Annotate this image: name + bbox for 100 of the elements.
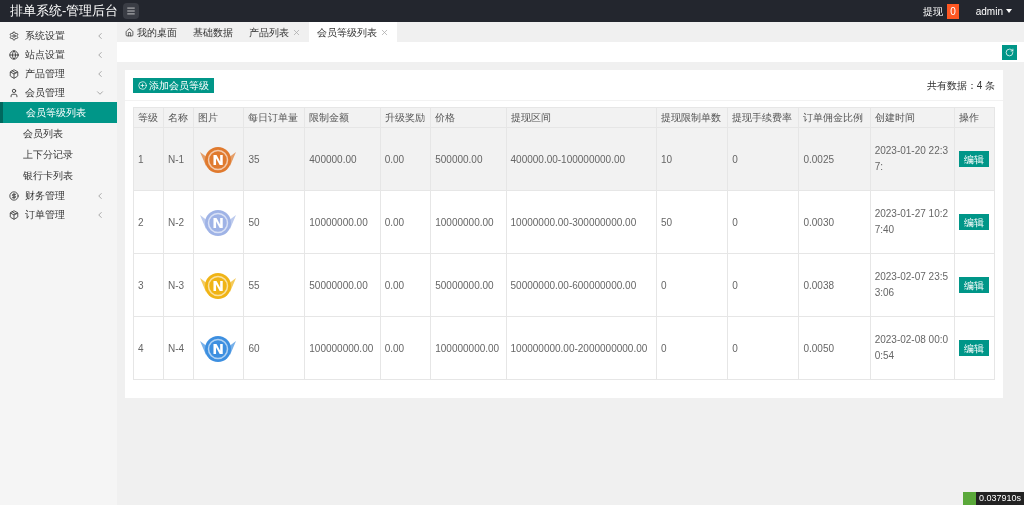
table-cell: 10 [656, 127, 728, 191]
table-cell: 100000000.00 [304, 316, 381, 380]
table-row[interactable]: 2 N-2 N 50 10000000.00 0.00 10000000.00 10000000.00-300000000.00 50 0 0.0030 2023-01-27 10:27:40 编辑 [133, 190, 995, 254]
table-row[interactable]: 4 N-4 N 60 100000000.00 0.00 100000000.00 100000000.00-2000000000.00 0 0 0.0050 2023-02-08 00:00:54 编辑 [133, 316, 995, 380]
sidebar-subitem[interactable]: 会员列表 [0, 123, 117, 144]
table-cell: 50 [243, 190, 305, 254]
table-cell: 400000.00-100000000.00 [506, 127, 657, 191]
table-cell: 0.00 [380, 316, 431, 380]
gear-icon [9, 30, 19, 41]
table-cell: 400000.00 [304, 127, 381, 191]
table-cell: 0.0030 [798, 190, 871, 254]
plus-icon [138, 80, 147, 90]
table-cell: 2023-01-20 22:37: [870, 127, 955, 191]
table-cell: 10000000.00-300000000.00 [506, 190, 657, 254]
table-cell: 50000000.00 [304, 253, 381, 317]
table-cell: 55 [243, 253, 305, 317]
column-header: 图片 [193, 107, 244, 128]
edit-button[interactable]: 编辑 [958, 277, 989, 293]
table-cell: 50 [656, 190, 728, 254]
chevron-icon [95, 30, 105, 41]
edit-button[interactable]: 编辑 [958, 151, 989, 167]
tab[interactable]: 产品列表 [241, 22, 309, 42]
box-icon [9, 68, 19, 79]
sidebar-subitem[interactable]: 银行卡列表 [0, 165, 117, 186]
menu-icon [126, 6, 136, 16]
table-cell: 0.0038 [798, 253, 871, 317]
refresh-icon [1005, 47, 1014, 57]
column-header: 限制金额 [304, 107, 381, 128]
column-header: 升级奖励 [380, 107, 431, 128]
sidebar-item[interactable]: 财务管理 [0, 186, 117, 205]
refresh-button[interactable] [1002, 44, 1017, 60]
withdraw-link[interactable]: 提现 [923, 3, 944, 19]
table-cell: 10000000.00 [430, 190, 506, 254]
column-header: 订单佣金比例 [798, 107, 871, 128]
sidebar-item[interactable]: 产品管理 [0, 64, 117, 83]
withdraw-count-badge: 0 [947, 3, 959, 19]
user-icon [9, 87, 19, 98]
table-row[interactable]: 3 N-3 N 55 50000000.00 0.00 50000000.00 50000000.00-600000000.00 0 0 0.0038 2023-02-07 23:53:06 编辑 [133, 253, 995, 317]
close-icon [380, 27, 389, 37]
column-header: 提现限制单数 [656, 107, 728, 128]
column-header: 提现区间 [506, 107, 657, 128]
table-cell: 0 [727, 190, 799, 254]
chevron-icon [95, 209, 105, 220]
table-cell: 100000000.00 [430, 316, 506, 380]
tab[interactable]: 会员等级列表 [309, 22, 397, 42]
table-cell: 60 [243, 316, 305, 380]
table-cell: 2 [133, 190, 164, 254]
table-cell: 0 [656, 253, 728, 317]
chevron-icon [95, 49, 105, 60]
table-cell: 4 [133, 316, 164, 380]
sidebar-item[interactable]: 系统设置 [0, 26, 117, 45]
table-cell: 500000.00 [430, 127, 506, 191]
chevron-icon [95, 190, 105, 201]
box-icon [9, 209, 19, 220]
home-icon [125, 27, 134, 37]
chevron-icon [95, 68, 105, 79]
table-cell: N-3 [163, 253, 194, 317]
app-title: 排单系统-管理后台 [9, 2, 117, 21]
sidebar-item[interactable]: 订单管理 [0, 205, 117, 224]
table-cell: 35 [243, 127, 305, 191]
column-header: 提现手续费率 [727, 107, 799, 128]
sidebar-item[interactable]: 站点设置 [0, 45, 117, 64]
table-cell: 0 [727, 127, 799, 191]
table-cell: N-4 [163, 316, 194, 380]
table-cell: 50000000.00 [430, 253, 506, 317]
table-cell: 0 [727, 316, 799, 380]
column-header: 价格 [430, 107, 506, 128]
globe-icon [9, 49, 19, 60]
sidebar-item[interactable]: 会员管理 [0, 83, 117, 102]
tab[interactable]: 我的桌面 [117, 22, 185, 42]
menu-button[interactable] [123, 3, 139, 19]
table-cell: 2023-02-08 00:00:54 [870, 316, 955, 380]
column-header: 每日订单量 [243, 107, 305, 128]
sidebar-subitem[interactable]: 上下分记录 [0, 144, 117, 165]
edit-button[interactable]: 编辑 [958, 340, 989, 356]
close-icon [292, 27, 301, 37]
column-header: 等级 [133, 107, 164, 128]
table-cell: 50000000.00-600000000.00 [506, 253, 657, 317]
table-cell: 3 [133, 253, 164, 317]
table-cell: 2023-01-27 10:27:40 [870, 190, 955, 254]
tab[interactable]: 基础数据 [185, 22, 241, 42]
table-cell: 0.00 [380, 190, 431, 254]
add-level-button[interactable]: 添加会员等级 [133, 77, 214, 93]
table-cell: 1 [133, 127, 164, 191]
table-cell: 0.00 [380, 127, 431, 191]
timing-label: 0.037910s [975, 492, 1024, 505]
table-cell: N-2 [163, 190, 194, 254]
total-count: 共有数据：4 条 [926, 78, 995, 93]
user-menu[interactable]: admin [975, 3, 1012, 19]
table-cell: 100000000.00-2000000000.00 [506, 316, 657, 380]
edit-button[interactable]: 编辑 [958, 214, 989, 230]
table-cell: 0.00 [380, 253, 431, 317]
dollar-icon [9, 190, 19, 201]
column-header: 名称 [163, 107, 194, 128]
column-header: 创建时间 [870, 107, 955, 128]
table-cell: 10000000.00 [304, 190, 381, 254]
table-row[interactable]: 1 N-1 N 35 400000.00 0.00 500000.00 400000.00-100000000.00 10 0 0.0025 2023-01-20 22:37: 编辑 [133, 127, 995, 191]
sidebar-subitem[interactable]: 会员等级列表 [0, 102, 117, 123]
table-cell: 0.0025 [798, 127, 871, 191]
table-cell: 2023-02-07 23:53:06 [870, 253, 955, 317]
